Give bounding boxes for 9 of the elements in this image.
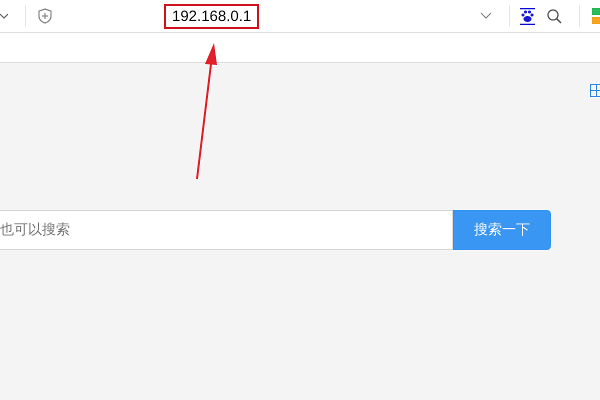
- paw-icon[interactable]: [520, 8, 535, 24]
- address-text[interactable]: 192.168.0.1: [172, 8, 252, 24]
- shield-icon[interactable]: [38, 8, 52, 24]
- search-field[interactable]: 也可以搜索: [0, 210, 453, 250]
- chevron-icon[interactable]: [0, 13, 8, 19]
- grid-icon[interactable]: [590, 84, 600, 97]
- app-squares-icon[interactable]: [592, 8, 600, 24]
- chevron-down-icon[interactable]: [480, 12, 492, 20]
- search-icon[interactable]: [547, 8, 562, 24]
